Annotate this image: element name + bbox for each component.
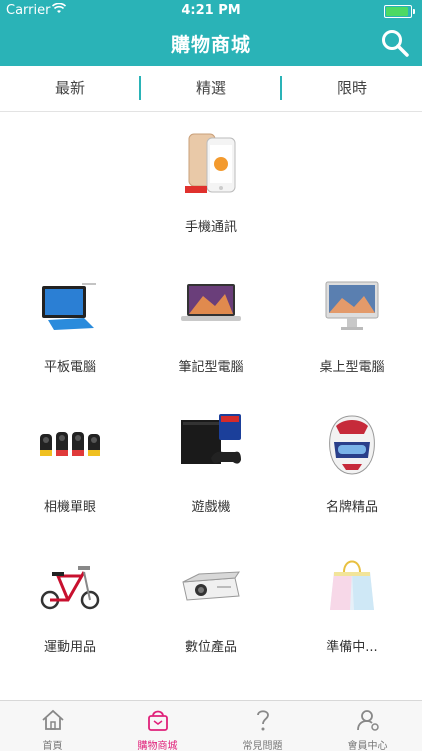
laptop-image	[179, 272, 243, 336]
category-phones[interactable]: 手機通訊	[141, 120, 281, 250]
tab-featured[interactable]: 精選	[141, 66, 281, 111]
category-game-consoles[interactable]: 遊戲機	[141, 400, 281, 530]
category-tablets[interactable]: 平板電腦	[0, 260, 140, 390]
category-luxury[interactable]: 名牌精品	[282, 400, 422, 530]
user-icon	[357, 710, 379, 731]
tabbar-member[interactable]: 會員中心	[315, 701, 420, 752]
tabbar-shop[interactable]: 購物商城	[105, 701, 210, 752]
tabbar-home[interactable]: 首頁	[0, 701, 105, 752]
app-header: Carrier 4:21 PM 購物商城	[0, 0, 422, 66]
battery-icon	[384, 5, 415, 18]
category-label: 遊戲機	[191, 500, 231, 515]
category-desktops[interactable]: 桌上型電腦	[282, 260, 422, 390]
clock: 4:21 PM	[181, 3, 241, 18]
category-cameras[interactable]: 相機單眼	[0, 400, 140, 530]
game-console-image	[179, 412, 243, 476]
category-label: 筆記型電腦	[178, 360, 244, 375]
category-label: 數位產品	[184, 640, 237, 655]
status-bar: Carrier 4:21 PM	[0, 0, 422, 22]
tab-latest[interactable]: 最新	[0, 66, 140, 111]
category-label: 準備中...	[326, 640, 378, 655]
smartphone-image	[179, 132, 243, 196]
bottom-tab-bar: 首頁 購物商城 常見問題 會員中心	[0, 700, 422, 752]
desktop-image	[320, 272, 384, 336]
category-digital[interactable]: 數位產品	[141, 540, 281, 670]
shopping-bag-icon	[148, 710, 168, 731]
page-title: 購物商城	[170, 34, 251, 56]
tab-limited[interactable]: 限時	[282, 66, 422, 111]
question-icon	[257, 710, 269, 731]
tablet-image	[38, 272, 102, 336]
category-label: 平板電腦	[43, 360, 96, 375]
category-coming-soon[interactable]: 準備中...	[282, 540, 422, 670]
helmet-image	[320, 412, 384, 476]
category-laptops[interactable]: 筆記型電腦	[141, 260, 281, 390]
category-sports[interactable]: 運動用品	[0, 540, 140, 670]
home-icon	[42, 709, 64, 730]
shopping-bag-image	[320, 552, 384, 616]
category-label: 名牌精品	[325, 500, 378, 515]
category-label: 手機通訊	[184, 220, 237, 235]
camera-image	[38, 412, 102, 476]
category-label: 運動用品	[43, 640, 96, 655]
category-label: 桌上型電腦	[319, 360, 385, 375]
category-label: 相機單眼	[43, 500, 96, 515]
segment-tabs: 最新 精選 限時	[0, 66, 422, 112]
bicycle-image	[38, 552, 102, 616]
tabbar-faq[interactable]: 常見問題	[210, 701, 315, 752]
projector-image	[179, 552, 243, 616]
search-icon[interactable]	[380, 28, 410, 58]
